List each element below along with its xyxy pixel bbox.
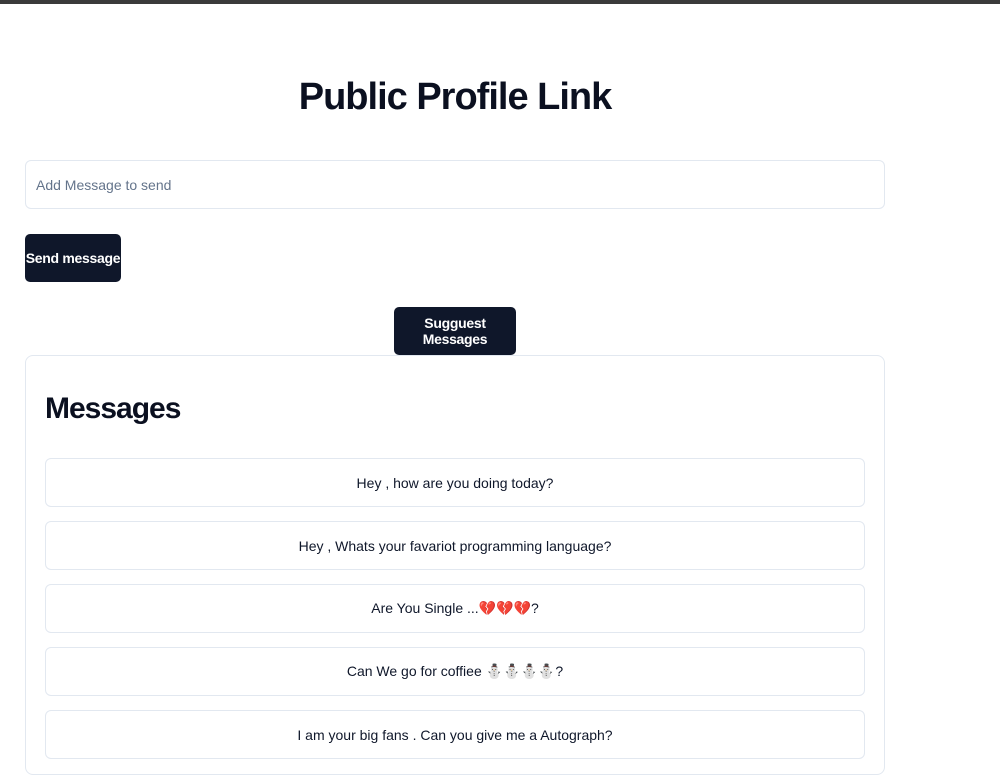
window-top-border <box>0 0 1000 4</box>
suggest-messages-button[interactable]: Sugguest Messages <box>394 307 516 355</box>
send-message-button[interactable]: Send message <box>25 234 121 282</box>
messages-card: Messages Hey , how are you doing today? … <box>25 355 885 775</box>
message-item[interactable]: I am your big fans . Can you give me a A… <box>45 710 865 759</box>
message-input[interactable] <box>25 160 885 209</box>
messages-card-title: Messages <box>45 392 181 425</box>
message-item[interactable]: Hey , how are you doing today? <box>45 458 865 507</box>
message-item[interactable]: Hey , Whats your favariot programming la… <box>45 521 865 570</box>
messages-list: Hey , how are you doing today? Hey , Wha… <box>45 458 865 773</box>
message-item[interactable]: Are You Single ...💔💔💔? <box>45 584 865 633</box>
page-title: Public Profile Link <box>298 76 613 118</box>
message-item[interactable]: Can We go for coffiee ⛄⛄⛄⛄? <box>45 647 865 696</box>
